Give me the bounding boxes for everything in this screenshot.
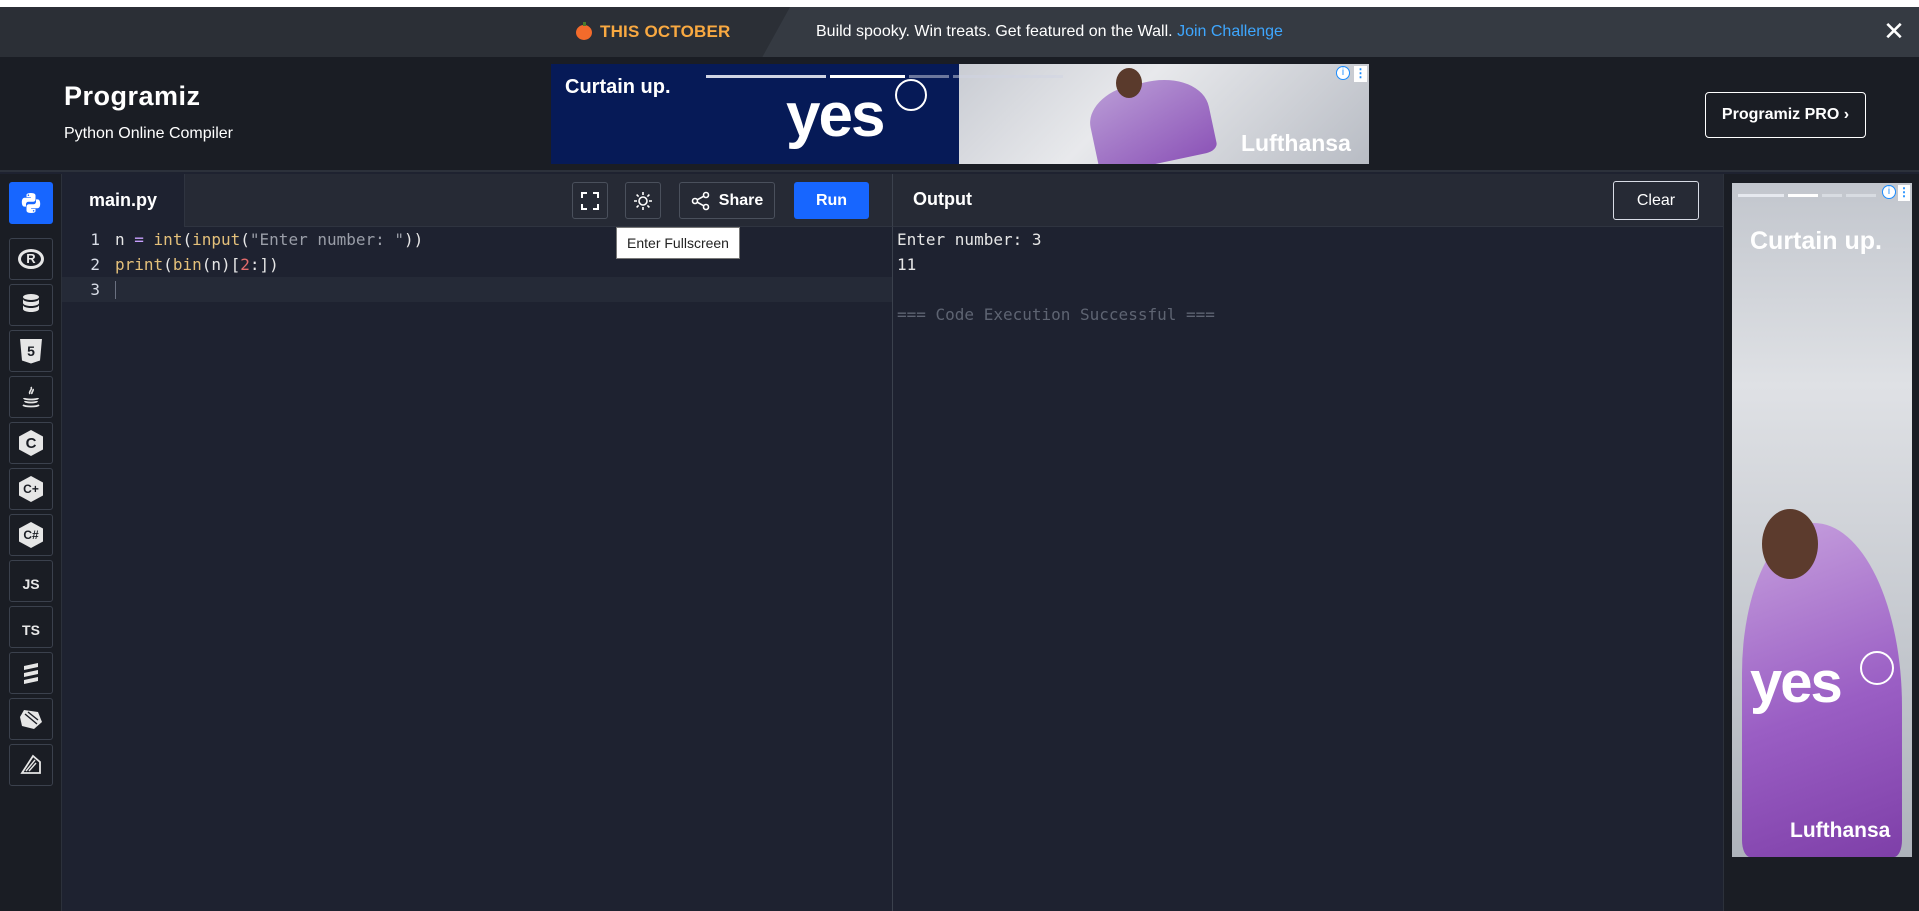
text-cursor (115, 281, 116, 299)
ad-brand: Lufthansa (1241, 130, 1351, 156)
sidebar-item-cpp[interactable]: C+ (9, 468, 53, 510)
output-title: Output (913, 189, 972, 209)
code-line[interactable]: 2 print(bin(n)[2:]) (62, 252, 892, 277)
editor-toolbar: main.py Share Run (62, 174, 892, 227)
fullscreen-icon (581, 191, 599, 210)
lufthansa-crane-icon (1860, 651, 1894, 685)
output-toolbar: Output Clear (892, 174, 1723, 227)
sidebar-item-typescript[interactable]: TS (9, 606, 53, 648)
ad-progress-bar (953, 75, 1063, 78)
share-label: Share (718, 191, 764, 209)
ad-progress-bar (1846, 194, 1876, 197)
ad-progress-bar (909, 75, 949, 78)
sidebar-item-php[interactable] (9, 698, 53, 740)
join-challenge-link[interactable]: Join Challenge (1177, 23, 1283, 40)
output-line: 11 (897, 255, 917, 274)
lufthansa-crane-icon (895, 79, 927, 111)
ad-headline: Curtain up. (565, 76, 671, 98)
ad-dancer-head (1116, 68, 1142, 98)
theme-toggle-button[interactable] (625, 182, 661, 219)
stack-icon (24, 663, 38, 684)
promo-message: Build spooky. Win treats. Get featured o… (816, 23, 1283, 41)
c-icon: C (19, 430, 43, 456)
python-icon (21, 193, 41, 213)
code-text-2[interactable]: print(bin(n)[2:]) (115, 252, 279, 277)
code-line[interactable]: 1 n = int(input("Enter number: ")) (62, 227, 892, 252)
ad-dancer-head (1762, 509, 1818, 579)
clear-button[interactable]: Clear (1613, 181, 1699, 220)
side-ad[interactable]: i ⋮ Curtain up. yes Lufthansa (1732, 183, 1912, 857)
promo-tag: THIS OCTOBER (600, 22, 731, 41)
page-title: Python Online Compiler (64, 125, 233, 142)
cpp-icon: C+ (19, 476, 43, 502)
ad-progress-bar (1822, 194, 1842, 197)
sidebar-item-r[interactable]: R (9, 238, 53, 280)
ad-menu-icon[interactable]: ⋮ (1898, 185, 1910, 201)
sidebar-item-javascript[interactable]: JS (9, 560, 53, 602)
ad-progress-bar (1738, 194, 1784, 197)
database-icon (23, 294, 39, 312)
sidebar-item-csharp[interactable]: C# (9, 514, 53, 556)
ts-icon: TS (22, 622, 40, 638)
pumpkin-icon (576, 22, 592, 40)
sidebar-item-sql[interactable] (9, 284, 53, 326)
site-header: Programiz Python Online Compiler Curtain… (0, 57, 1919, 172)
share-button[interactable]: Share (679, 182, 775, 219)
sidebar-item-swift[interactable] (9, 744, 53, 786)
csharp-icon: C# (19, 522, 43, 548)
share-icon (691, 191, 710, 210)
sidebar-item-python[interactable] (9, 182, 53, 224)
sun-icon (634, 191, 652, 210)
swift-icon (20, 754, 41, 774)
tab-main-py[interactable]: main.py (62, 174, 185, 227)
fullscreen-tooltip: Enter Fullscreen (616, 227, 740, 259)
programiz-pro-button[interactable]: Programiz PRO › (1705, 92, 1866, 138)
ad-progress-bar (706, 75, 826, 78)
php-icon (20, 710, 42, 729)
java-icon (22, 386, 40, 408)
top-border (0, 0, 1919, 7)
programiz-logo[interactable]: Programiz (64, 81, 201, 112)
fullscreen-button[interactable] (572, 182, 608, 219)
ad-headline: Curtain up. (1750, 227, 1882, 255)
run-button[interactable]: Run (794, 182, 869, 219)
ad-slogan: yes (1750, 650, 1843, 715)
line-number: 3 (90, 280, 100, 299)
ad-brand: Lufthansa (1790, 819, 1891, 842)
execution-status: === Code Execution Successful === (897, 305, 1215, 324)
close-icon[interactable]: ✕ (1881, 18, 1907, 44)
ad-progress-bar (1788, 194, 1818, 197)
ad-menu-icon[interactable]: ⋮ (1354, 66, 1367, 82)
ad-slogan: yes (786, 81, 885, 150)
promo-text: Build spooky. Win treats. Get featured o… (816, 23, 1173, 40)
ad-info-icon[interactable]: i (1336, 66, 1350, 80)
output-line: Enter number: 3 (897, 230, 1042, 249)
html5-icon: 5 (20, 338, 42, 364)
promo-banner: THIS OCTOBER Build spooky. Win treats. G… (0, 7, 1919, 57)
r-icon: R (18, 249, 44, 269)
code-editor[interactable]: 1 n = int(input("Enter number: ")) 2 pri… (62, 227, 892, 911)
language-sidebar: R 5 C C+ C# JS TS (0, 174, 62, 911)
ad-info-icon[interactable]: i (1882, 185, 1896, 199)
code-text-1[interactable]: n = int(input("Enter number: ")) (115, 227, 423, 252)
sidebar-item-html[interactable]: 5 (9, 330, 53, 372)
output-console[interactable]: Enter number: 3 11 === Code Execution Su… (892, 227, 1723, 911)
line-number: 1 (90, 230, 100, 249)
banner-ad[interactable]: Curtain up. yes Lufthansa i ⋮ (551, 64, 1369, 164)
sidebar-item-java[interactable] (9, 376, 53, 418)
sidebar-item-go[interactable] (9, 652, 53, 694)
sidebar-item-c[interactable]: C (9, 422, 53, 464)
code-line-active[interactable]: 3 (62, 277, 892, 302)
ad-progress-bar (830, 75, 905, 78)
line-number: 2 (90, 255, 100, 274)
js-icon: JS (22, 576, 40, 592)
